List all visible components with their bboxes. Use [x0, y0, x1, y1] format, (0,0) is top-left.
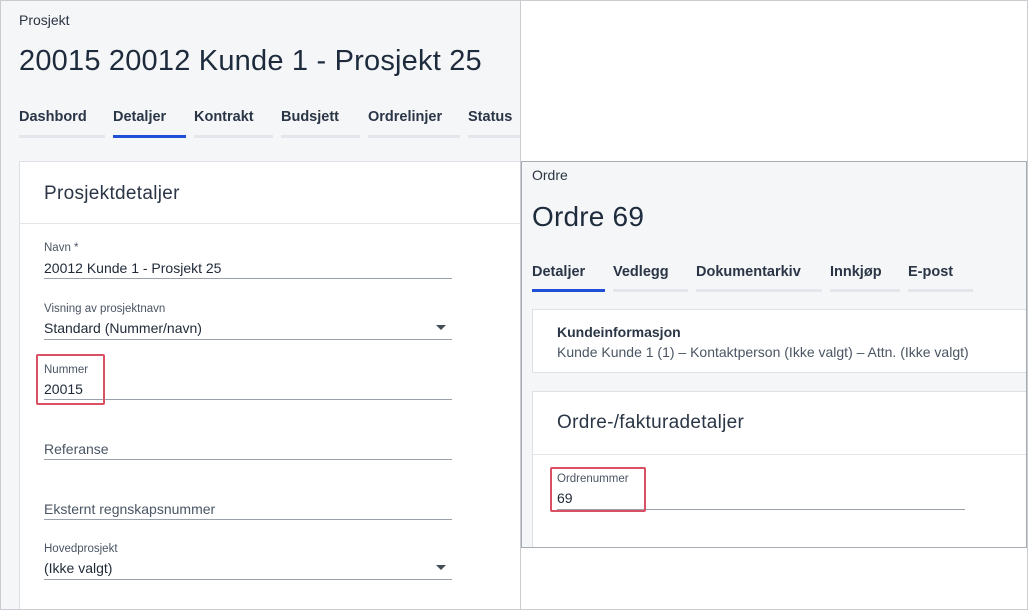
referanse-field[interactable]: Referanse — [44, 438, 452, 460]
nummer-highlight — [36, 354, 105, 405]
tab-label: Dashbord — [19, 109, 87, 125]
tab-innkjop[interactable]: Innkjøp — [830, 264, 900, 292]
tab-label: Status — [468, 109, 513, 125]
tab-detaljer[interactable]: Detaljer — [532, 264, 605, 292]
order-tabs: Detaljer Vedlegg Dokumentarkiv Innkjøp E… — [532, 264, 973, 292]
project-eyebrow: Prosjekt — [19, 12, 70, 28]
order-invoice-details-card: Ordre-/fakturadetaljer Ordrenummer 69 — [532, 391, 1026, 547]
tab-dashbord[interactable]: Dashbord — [19, 109, 105, 138]
tab-kontrakt[interactable]: Kontrakt — [194, 109, 273, 138]
hovedprosjekt-value: (Ikke valgt) — [44, 560, 113, 576]
chevron-down-icon — [436, 565, 446, 570]
tab-label: Ordrelinjer — [368, 109, 443, 125]
card-title: Ordre-/fakturadetaljer — [557, 412, 745, 433]
visning-value: Standard (Nummer/navn) — [44, 320, 202, 336]
tab-e-post[interactable]: E-post — [908, 264, 973, 292]
chevron-down-icon — [436, 325, 446, 330]
tab-label: Innkjøp — [830, 264, 882, 280]
card-title: Prosjektdetaljer — [44, 183, 180, 204]
customer-info-card[interactable]: Kundeinformasjon Kunde Kunde 1 (1) – Kon… — [532, 309, 1026, 373]
tab-label: Vedlegg — [613, 264, 669, 280]
customer-info-text: Kunde Kunde 1 (1) – Kontaktperson (Ikke … — [557, 344, 969, 360]
visning-label: Visning av prosjektnavn — [44, 303, 166, 315]
navn-field[interactable]: Navn * 20012 Kunde 1 - Prosjekt 25 — [44, 242, 452, 280]
tab-label: Detaljer — [113, 109, 167, 125]
project-details-card: Prosjektdetaljer Navn * 20012 Kunde 1 - … — [19, 161, 520, 609]
tab-vedlegg[interactable]: Vedlegg — [613, 264, 688, 292]
hovedprosjekt-label: Hovedprosjekt — [44, 543, 118, 555]
ordrenummer-highlight — [550, 467, 646, 512]
order-panel: Ordre Ordre 69 Detaljer Vedlegg Dokument… — [521, 161, 1027, 548]
order-eyebrow: Ordre — [532, 167, 568, 183]
visning-select[interactable]: Visning av prosjektnavn Standard (Nummer… — [44, 303, 452, 341]
nummer-field[interactable]: Nummer 20015 — [44, 363, 452, 401]
tab-label: Detaljer — [532, 264, 586, 280]
hovedprosjekt-select[interactable]: Hovedprosjekt (Ikke valgt) — [44, 543, 452, 581]
project-tabs: Dashbord Detaljer Kontrakt Budsjett Ordr… — [19, 109, 520, 138]
navn-value: 20012 Kunde 1 - Prosjekt 25 — [44, 260, 222, 276]
tab-ordrelinjer[interactable]: Ordrelinjer — [368, 109, 460, 138]
tab-label: Kontrakt — [194, 109, 254, 125]
referanse-placeholder: Referanse — [44, 441, 109, 457]
tab-budsjett[interactable]: Budsjett — [281, 109, 360, 138]
order-title: Ordre 69 — [532, 201, 645, 232]
eksternt-regnskapsnummer-field[interactable]: Eksternt regnskapsnummer — [44, 498, 452, 520]
project-panel: Prosjekt 20015 20012 Kunde 1 - Prosjekt … — [0, 0, 521, 610]
tab-detaljer[interactable]: Detaljer — [113, 109, 186, 138]
tab-label: E-post — [908, 264, 954, 280]
project-title: 20015 20012 Kunde 1 - Prosjekt 25 — [19, 45, 482, 77]
tab-label: Budsjett — [281, 109, 339, 125]
tab-status[interactable]: Status — [468, 109, 520, 138]
tab-label: Dokumentarkiv — [696, 264, 801, 280]
customer-info-title: Kundeinformasjon — [557, 324, 681, 340]
eksternt-placeholder: Eksternt regnskapsnummer — [44, 501, 216, 517]
tab-dokumentarkiv[interactable]: Dokumentarkiv — [696, 264, 822, 292]
navn-label: Navn * — [44, 242, 79, 254]
